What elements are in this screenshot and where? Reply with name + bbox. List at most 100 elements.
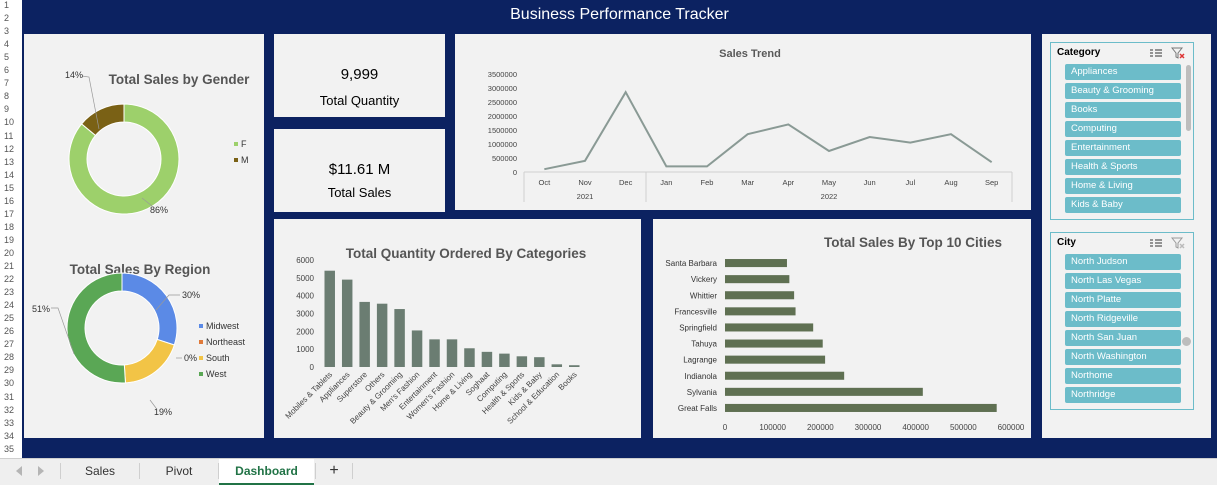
- y-tick-label: 2000000: [488, 112, 517, 121]
- city-slicer-item[interactable]: Northome: [1065, 368, 1181, 384]
- kpi-sales-value: $11.61 M: [274, 161, 445, 178]
- year-label: 2022: [821, 192, 838, 201]
- y-tick-label: 1000: [296, 345, 314, 354]
- category-slicer-scrollbar[interactable]: [1186, 65, 1191, 131]
- city-slicer-item[interactable]: North San Juan: [1065, 330, 1181, 346]
- city-slicer-scroll-thumb[interactable]: [1182, 337, 1191, 346]
- y-tick-label: Sylvania: [687, 388, 718, 397]
- legend-label: Midwest: [206, 321, 240, 331]
- region-donut-chart[interactable]: Total Sales By Region Midwest Northeast Sou…: [24, 234, 264, 438]
- city-slicer-item[interactable]: North Ridgeville: [1065, 311, 1181, 327]
- clear-filter-icon[interactable]: [1171, 237, 1185, 249]
- multi-select-icon[interactable]: [1149, 237, 1163, 249]
- quantity-categories-bar-chart[interactable]: Total Quantity Ordered By Categories0100…: [274, 219, 641, 438]
- y-tick-label: 3000000: [488, 84, 517, 93]
- city-bar: [725, 275, 789, 283]
- category-bar: [552, 364, 562, 367]
- dashboard-title: Business Performance Tracker: [22, 0, 1217, 30]
- sales-trend-line-chart[interactable]: Sales Trend05000001000000150000020000002…: [455, 34, 1031, 210]
- category-slicer-item[interactable]: Beauty & Grooming: [1065, 83, 1181, 99]
- y-tick-label: 2000: [296, 327, 314, 336]
- x-tick-label: 200000: [807, 423, 834, 432]
- city-bar: [725, 291, 794, 299]
- top-cities-bar-chart[interactable]: Total Sales By Top 10 CitiesSanta Barbar…: [653, 219, 1031, 438]
- panel-quantity-categories: Total Quantity Ordered By Categories0100…: [274, 219, 641, 438]
- data-label: 30%: [182, 290, 200, 300]
- gender-donut-chart[interactable]: Total Sales by GenderFM86%14%: [24, 34, 264, 234]
- y-tick-label: Vickery: [691, 275, 717, 284]
- donut-slice: [67, 273, 125, 383]
- y-tick-label: Tahuya: [691, 340, 717, 349]
- x-tick-label: Aug: [944, 178, 957, 187]
- category-slicer-title: Category: [1057, 47, 1100, 58]
- sheet-tab-dashboard[interactable]: Dashboard: [219, 459, 314, 485]
- legend-marker: [234, 142, 238, 146]
- kpi-quantity-value: 9,999: [274, 66, 445, 83]
- x-tick-label: 100000: [759, 423, 786, 432]
- city-slicer-title: City: [1057, 237, 1076, 248]
- legend-marker: [199, 324, 203, 328]
- x-tick-label: Jul: [906, 178, 916, 187]
- x-tick-label: 400000: [902, 423, 929, 432]
- city-bar: [725, 388, 923, 396]
- x-tick-label: 0: [723, 423, 728, 432]
- y-tick-label: 4000: [296, 292, 314, 301]
- sheet-tab-pivot[interactable]: Pivot: [140, 459, 218, 483]
- city-slicer-item[interactable]: North Las Vegas: [1065, 273, 1181, 289]
- category-slicer-item[interactable]: Appliances: [1065, 64, 1181, 80]
- panel-top-cities: Total Sales By Top 10 CitiesSanta Barbar…: [653, 219, 1031, 438]
- category-slicer: Category Appliances Beauty & Grooming Book…: [1050, 42, 1194, 220]
- y-tick-label: Great Falls: [678, 404, 717, 413]
- x-tick-label: 600000: [998, 423, 1025, 432]
- scroll-right-icon[interactable]: [36, 465, 46, 477]
- x-tick-label: Oct: [538, 178, 551, 187]
- legend-label: Northeast: [206, 337, 246, 347]
- multi-select-icon[interactable]: [1149, 47, 1163, 59]
- category-slicer-item[interactable]: Computing: [1065, 121, 1181, 137]
- sales-trend-line: [544, 92, 991, 169]
- donut-slice: [122, 273, 177, 345]
- category-bar: [534, 357, 544, 367]
- data-label: 86%: [150, 205, 168, 215]
- category-slicer-item[interactable]: Health & Sports: [1065, 159, 1181, 175]
- category-slicer-item[interactable]: Entertainment: [1065, 140, 1181, 156]
- y-tick-label: 3500000: [488, 70, 517, 79]
- legend-label: South: [206, 353, 230, 363]
- clear-filter-icon[interactable]: [1171, 47, 1185, 59]
- y-tick-label: 2500000: [488, 98, 517, 107]
- category-bar: [447, 339, 457, 367]
- y-tick-label: 3000: [296, 310, 314, 319]
- sheet-tab-bar: Sales Pivot Dashboard +: [0, 458, 1217, 485]
- x-tick-label: Books: [557, 370, 579, 392]
- data-label: 0%: [184, 353, 197, 363]
- donut-slice: [124, 339, 174, 382]
- add-sheet-button[interactable]: +: [322, 459, 346, 483]
- category-bar: [499, 354, 509, 367]
- x-tick-label: 300000: [855, 423, 882, 432]
- category-bar: [517, 356, 527, 367]
- category-slicer-item[interactable]: Kids & Baby: [1065, 197, 1181, 213]
- sheet-tab-sales[interactable]: Sales: [61, 459, 139, 483]
- data-label: 19%: [154, 407, 172, 417]
- panel-slicers: Category Appliances Beauty & Grooming Book…: [1042, 34, 1211, 438]
- city-bar: [725, 323, 813, 331]
- x-tick-label: Dec: [619, 178, 633, 187]
- city-slicer-item[interactable]: North Judson: [1065, 254, 1181, 270]
- city-slicer-item[interactable]: North Platte: [1065, 292, 1181, 308]
- category-slicer-item[interactable]: Home & Living: [1065, 178, 1181, 194]
- city-slicer-item[interactable]: Northridge: [1065, 387, 1181, 403]
- x-tick-label: Mar: [741, 178, 754, 187]
- city-slicer: City North Judson North Las Vegas North Pl…: [1050, 232, 1194, 410]
- x-tick-label: May: [822, 178, 836, 187]
- category-bar: [377, 304, 387, 367]
- category-bar: [324, 271, 334, 367]
- city-bar: [725, 372, 844, 380]
- category-slicer-item[interactable]: Books: [1065, 102, 1181, 118]
- category-bar: [394, 309, 404, 367]
- year-label: 2021: [577, 192, 594, 201]
- category-bar: [429, 339, 439, 367]
- chart-title: Total Sales By Region: [70, 262, 211, 277]
- scroll-left-icon[interactable]: [14, 465, 24, 477]
- city-slicer-item[interactable]: North Washington: [1065, 349, 1181, 365]
- x-tick-label: 500000: [950, 423, 977, 432]
